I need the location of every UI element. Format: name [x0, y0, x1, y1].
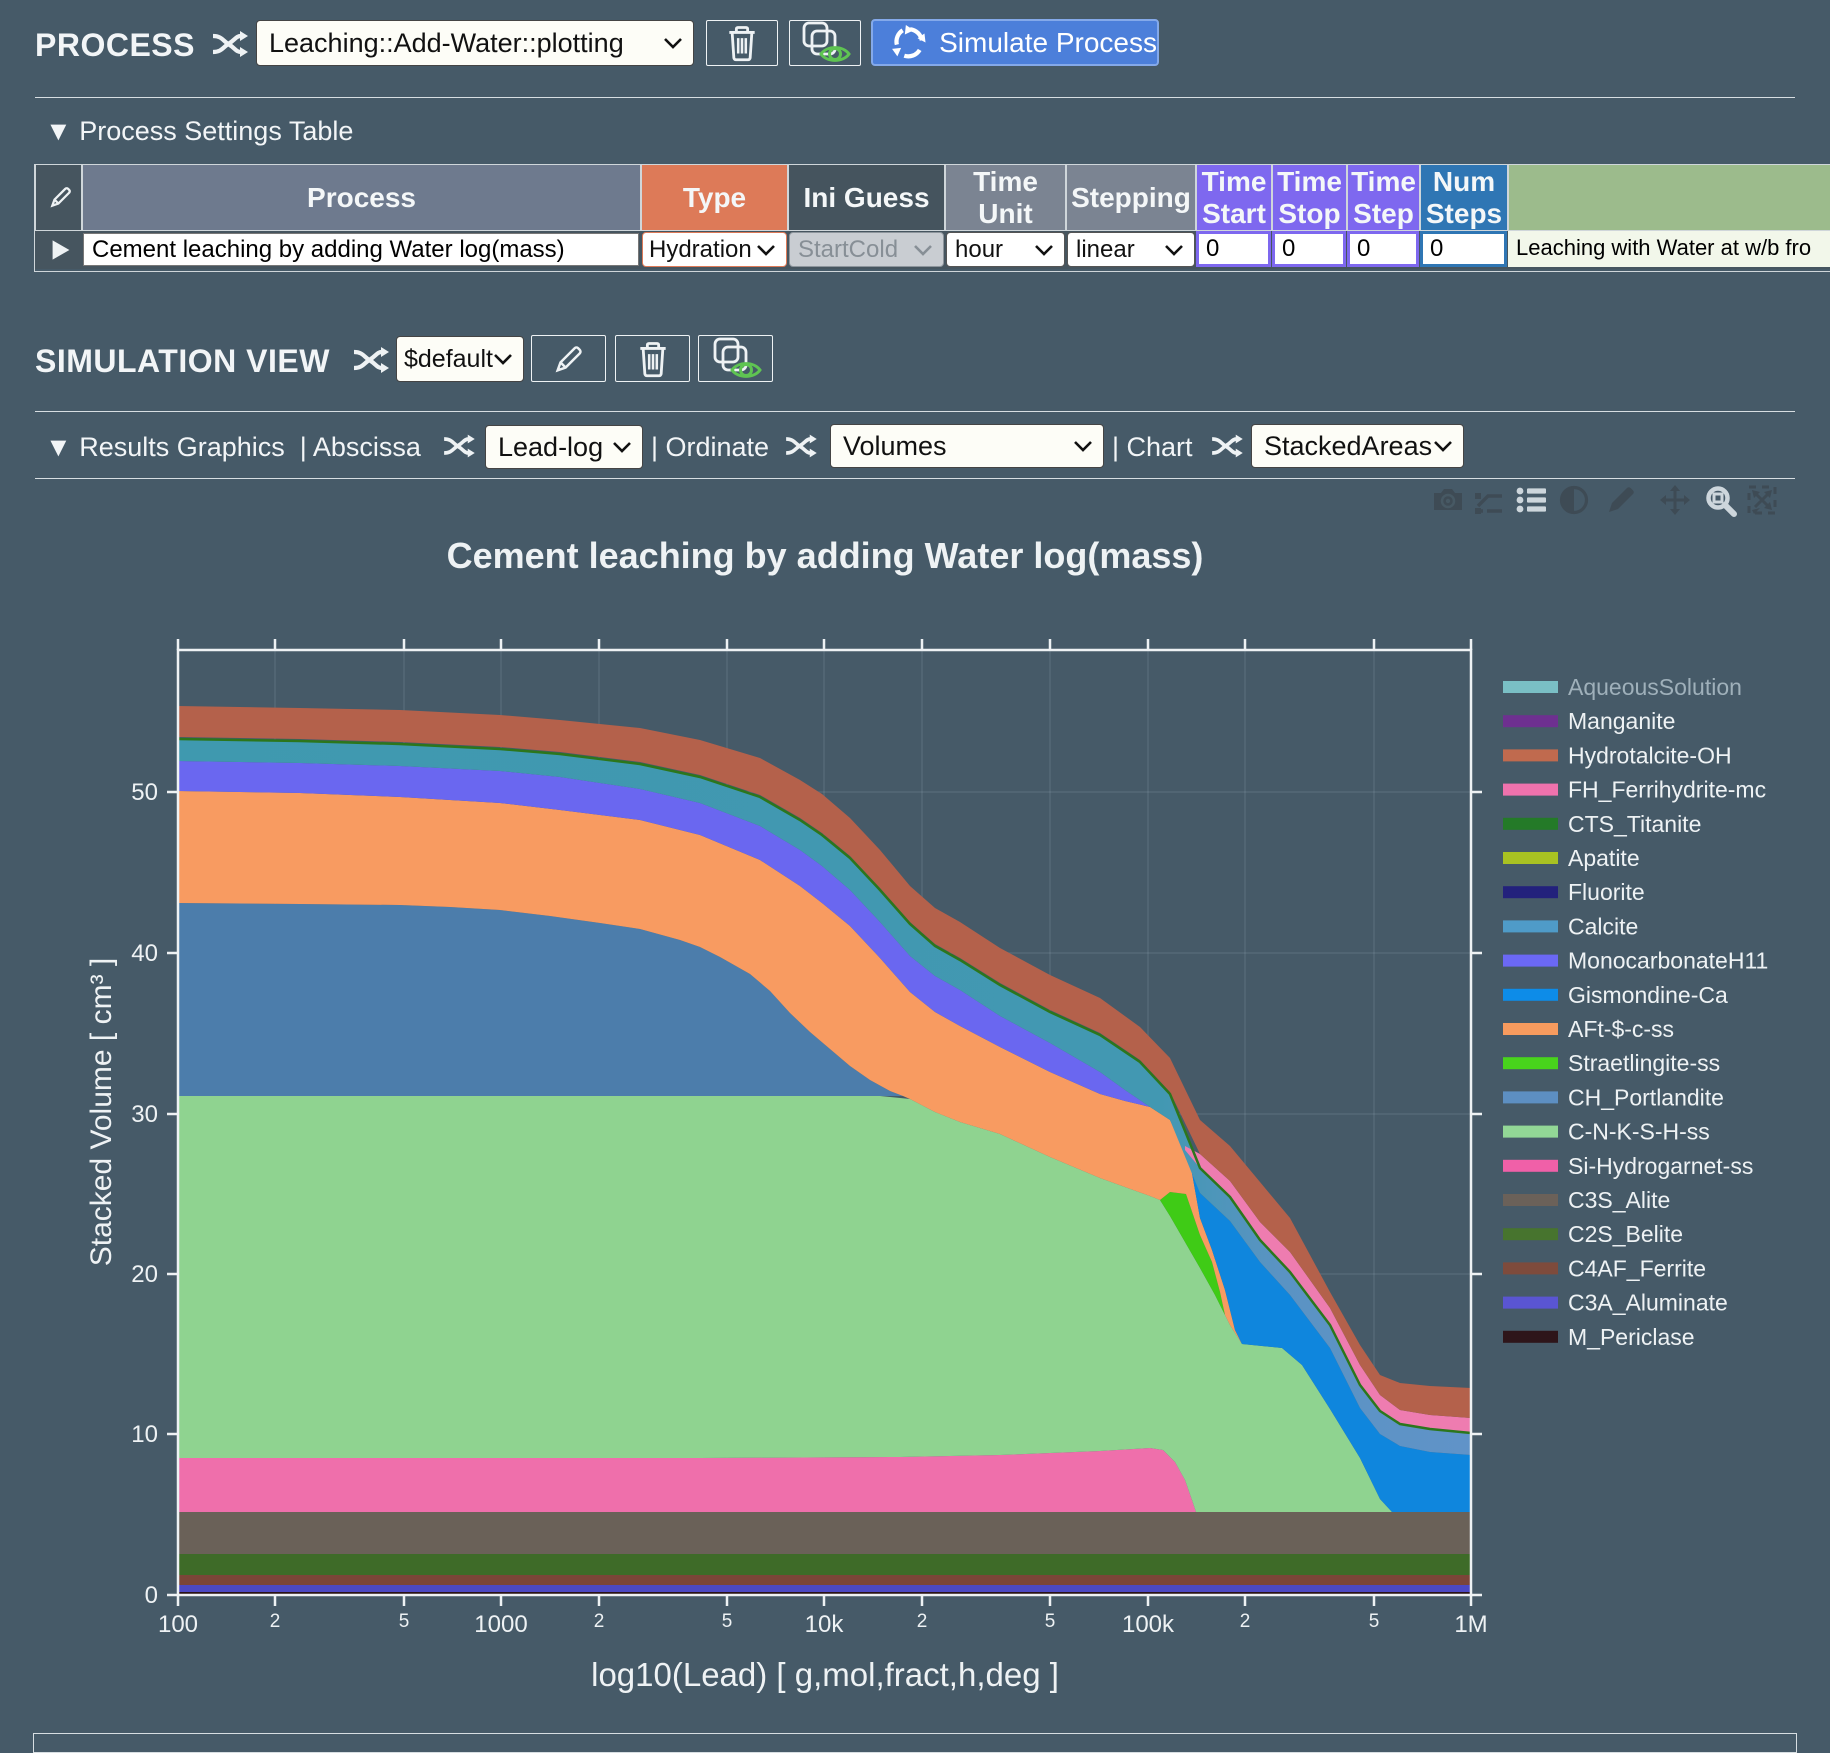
svg-text:100: 100	[158, 1611, 198, 1638]
svg-text:CH_Portlandite: CH_Portlandite	[1568, 1084, 1724, 1110]
svg-text:1M: 1M	[1454, 1611, 1487, 1638]
svg-text:M_Periclase: M_Periclase	[1568, 1324, 1695, 1350]
svg-text:C4AF_Ferrite: C4AF_Ferrite	[1568, 1255, 1706, 1281]
svg-text:Gismondine-Ca: Gismondine-Ca	[1568, 982, 1728, 1008]
svg-text:20: 20	[131, 1261, 158, 1288]
svg-text:C-N-K-S-H-ss: C-N-K-S-H-ss	[1568, 1119, 1710, 1145]
svg-text:50: 50	[131, 779, 158, 806]
svg-text:FH_Ferrihydrite-mc: FH_Ferrihydrite-mc	[1568, 777, 1766, 803]
svg-text:Stacked Volume [ cm³ ]: Stacked Volume [ cm³ ]	[85, 958, 118, 1266]
svg-text:30: 30	[131, 1101, 158, 1128]
svg-text:5: 5	[1369, 1611, 1380, 1632]
svg-text:10k: 10k	[805, 1611, 845, 1638]
svg-text:Cement leaching by adding Wate: Cement leaching by adding Water log(mass…	[447, 535, 1204, 576]
svg-text:5: 5	[1045, 1611, 1056, 1632]
svg-text:2: 2	[917, 1611, 928, 1632]
svg-text:log10(Lead) [ g,mol,fract,h,de: log10(Lead) [ g,mol,fract,h,deg ]	[591, 1656, 1059, 1693]
svg-text:C3S_Alite: C3S_Alite	[1568, 1187, 1670, 1213]
svg-text:100k: 100k	[1122, 1611, 1175, 1638]
svg-text:Straetlingite-ss: Straetlingite-ss	[1568, 1050, 1720, 1076]
svg-text:2: 2	[1240, 1611, 1251, 1632]
svg-text:Fluorite: Fluorite	[1568, 879, 1645, 905]
svg-text:10: 10	[131, 1421, 158, 1448]
svg-text:AqueousSolution: AqueousSolution	[1568, 674, 1742, 700]
svg-text:C3A_Aluminate: C3A_Aluminate	[1568, 1290, 1728, 1316]
svg-text:2: 2	[270, 1611, 281, 1632]
svg-text:AFt-$-c-ss: AFt-$-c-ss	[1568, 1016, 1674, 1042]
svg-text:5: 5	[722, 1611, 733, 1632]
svg-text:Si-Hydrogarnet-ss: Si-Hydrogarnet-ss	[1568, 1153, 1753, 1179]
svg-text:1000: 1000	[474, 1611, 527, 1638]
svg-text:Apatite: Apatite	[1568, 845, 1640, 871]
svg-text:C2S_Belite: C2S_Belite	[1568, 1221, 1683, 1247]
svg-text:0: 0	[145, 1582, 158, 1609]
svg-text:5: 5	[399, 1611, 410, 1632]
svg-text:Calcite: Calcite	[1568, 913, 1638, 939]
svg-text:Manganite: Manganite	[1568, 708, 1675, 734]
svg-text:MonocarbonateH11: MonocarbonateH11	[1568, 948, 1768, 974]
svg-text:CTS_Titanite: CTS_Titanite	[1568, 811, 1701, 837]
svg-text:2: 2	[594, 1611, 605, 1632]
svg-text:Hydrotalcite-OH: Hydrotalcite-OH	[1568, 742, 1732, 768]
svg-text:40: 40	[131, 940, 158, 967]
